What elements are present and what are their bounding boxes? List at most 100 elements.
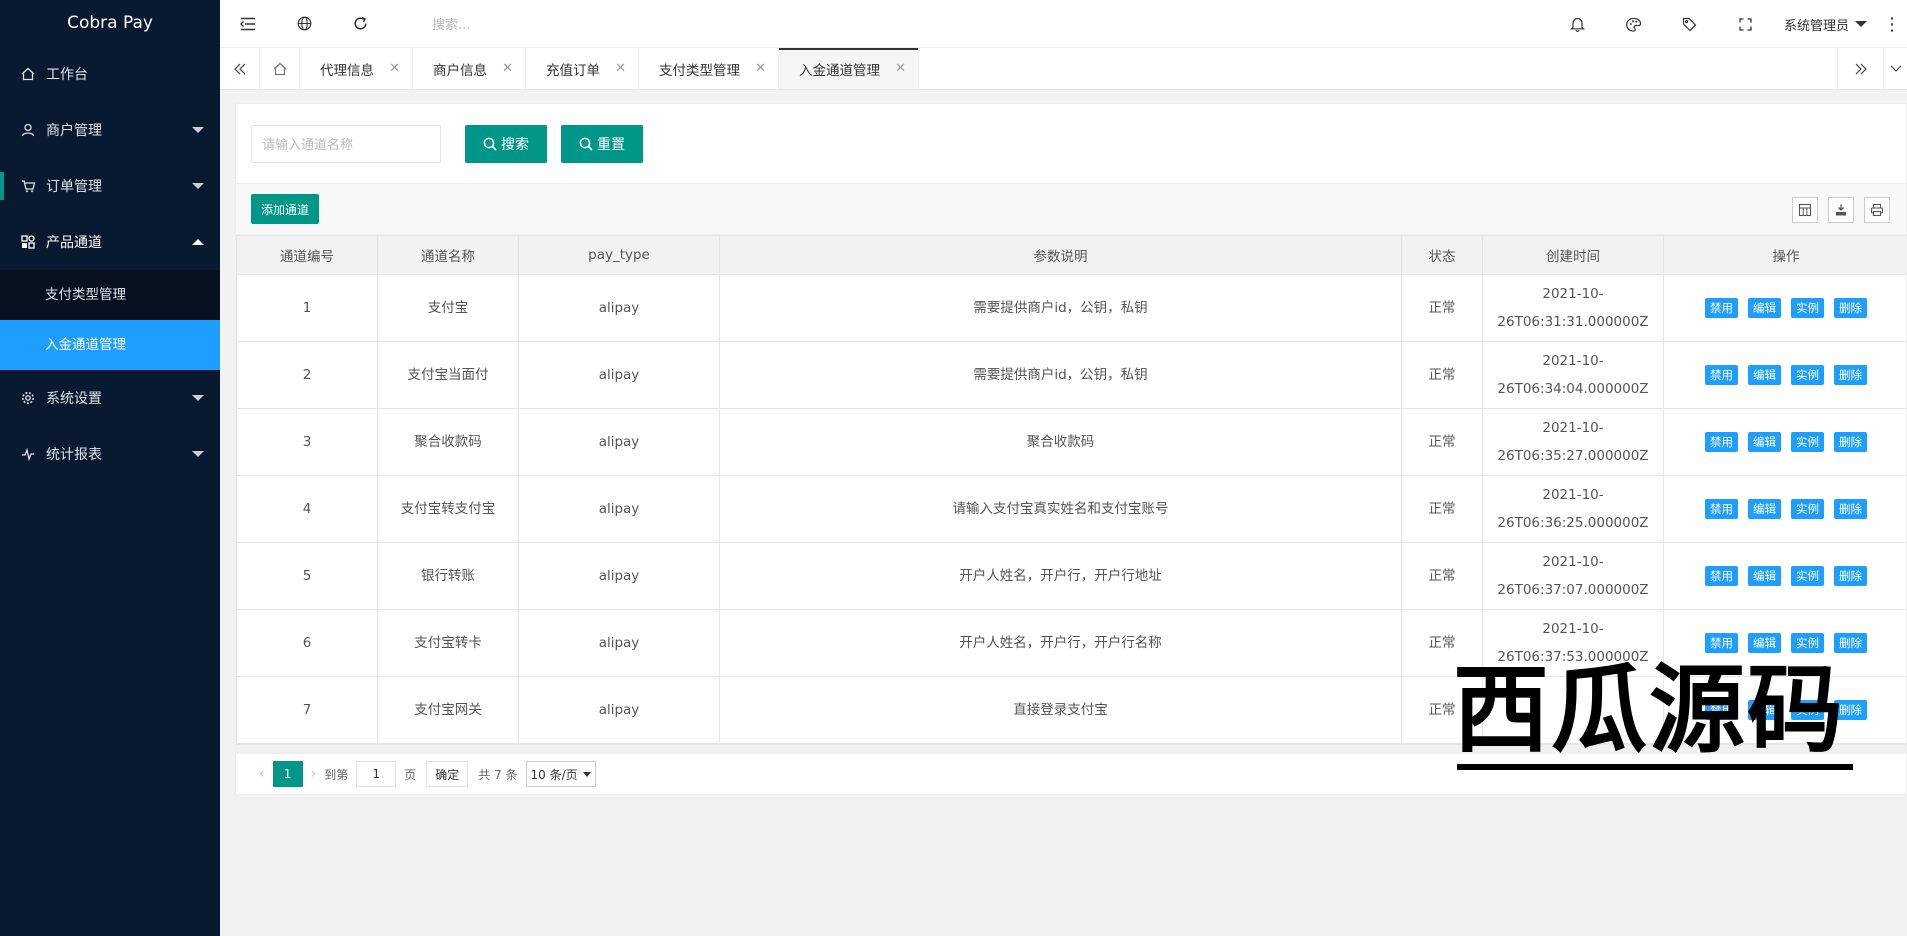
example-button[interactable]: 实例 — [1791, 298, 1824, 318]
column-header[interactable]: pay_type — [518, 235, 720, 275]
columns-filter-icon[interactable] — [1792, 197, 1818, 223]
sidebar-item-workbench[interactable]: 工作台 — [0, 46, 220, 102]
tab-deposit-channel[interactable]: 入金通道管理 ✕ — [779, 48, 919, 89]
cell-status: 正常 — [1401, 542, 1483, 610]
sidebar-item-label: 工作台 — [46, 67, 88, 83]
close-icon[interactable]: ✕ — [895, 61, 906, 76]
chevron-down-icon — [192, 395, 204, 401]
channel-name-input[interactable]: 请输入通道名称 — [251, 124, 441, 163]
close-icon[interactable]: ✕ — [755, 61, 766, 76]
example-button[interactable]: 实例 — [1791, 566, 1824, 586]
table-row: 1 支付宝 alipay 需要提供商户id，公钥，私钥 正常 2021-10- 26T06:… — [236, 274, 1906, 342]
sidebar-item-settings[interactable]: 系统设置 — [0, 370, 220, 426]
next-page-icon[interactable]: › — [311, 766, 317, 782]
example-button[interactable]: 实例 — [1791, 365, 1824, 385]
print-icon[interactable] — [1864, 197, 1890, 223]
user-menu[interactable]: 系统管理员 — [1774, 15, 1877, 34]
edit-button[interactable]: 编辑 — [1748, 566, 1781, 586]
column-header[interactable]: 通道编号 — [236, 235, 378, 275]
reset-button[interactable]: 重置 — [561, 124, 643, 163]
cell-created-time: 2021-10- 26T06:34:04.000000Z — [1482, 341, 1664, 409]
edit-button[interactable]: 编辑 — [1748, 298, 1781, 318]
palette-icon[interactable] — [1606, 0, 1662, 48]
column-header[interactable]: 参数说明 — [719, 235, 1402, 275]
chevron-down-icon — [192, 127, 204, 133]
header-search-input[interactable]: 搜索... — [432, 14, 732, 33]
delete-button[interactable]: 删除 — [1834, 365, 1867, 385]
row-actions: 禁用 编辑 实例 删除 — [1664, 633, 1906, 653]
column-header[interactable]: 操作 — [1663, 235, 1906, 275]
add-channel-button[interactable]: 添加通道 — [251, 194, 320, 224]
tab-agent-info[interactable]: 代理信息 ✕ — [300, 48, 413, 89]
header-right: 系统管理员 ⋮ — [1550, 0, 1907, 48]
delete-button[interactable]: 删除 — [1834, 633, 1867, 653]
row-actions: 禁用 编辑 实例 删除 — [1664, 566, 1906, 586]
disable-button[interactable]: 禁用 — [1705, 499, 1738, 519]
example-button[interactable]: 实例 — [1791, 633, 1824, 653]
disable-button[interactable]: 禁用 — [1705, 298, 1738, 318]
tab-label: 代理信息 — [320, 62, 374, 79]
chevron-up-icon — [192, 239, 204, 245]
close-icon[interactable]: ✕ — [389, 61, 400, 76]
export-icon[interactable] — [1828, 197, 1854, 223]
user-icon — [20, 122, 36, 138]
apps-icon — [20, 234, 36, 250]
bell-icon[interactable] — [1550, 0, 1606, 48]
goto-confirm-button[interactable]: 确定 — [426, 761, 469, 787]
cell-param-desc: 需要提供商户id，公钥，私钥 — [719, 274, 1402, 342]
tab-merchant-info[interactable]: 商户信息 ✕ — [413, 48, 526, 89]
edit-button[interactable]: 编辑 — [1748, 365, 1781, 385]
delete-button[interactable]: 删除 — [1834, 566, 1867, 586]
sidebar-submenu: 支付类型管理 入金通道管理 — [0, 270, 220, 370]
edit-button[interactable]: 编辑 — [1748, 633, 1781, 653]
created-date: 2021-10- — [1542, 554, 1604, 570]
column-header[interactable]: 通道名称 — [377, 235, 519, 275]
delete-button[interactable]: 删除 — [1834, 432, 1867, 452]
column-header[interactable]: 状态 — [1401, 235, 1483, 275]
example-button[interactable]: 实例 — [1791, 432, 1824, 452]
disable-button[interactable]: 禁用 — [1705, 633, 1738, 653]
edit-button[interactable]: 编辑 — [1748, 432, 1781, 452]
example-button[interactable]: 实例 — [1791, 499, 1824, 519]
page-size-select[interactable]: 10 条/页 — [525, 761, 596, 787]
disable-button[interactable]: 禁用 — [1705, 432, 1738, 452]
search-button[interactable]: 搜索 — [465, 124, 547, 163]
sidebar-subitem-pay-type[interactable]: 支付类型管理 — [0, 270, 220, 320]
close-icon[interactable]: ✕ — [615, 61, 626, 76]
globe-icon[interactable] — [276, 0, 332, 48]
refresh-icon[interactable] — [332, 0, 388, 48]
current-page[interactable]: 1 — [272, 761, 303, 787]
menu-toggle-icon[interactable] — [220, 0, 276, 48]
more-vertical-icon[interactable]: ⋮ — [1877, 0, 1907, 48]
sidebar-item-merchant[interactable]: 商户管理 — [0, 102, 220, 158]
cell-channel-name: 支付宝网关 — [377, 676, 519, 744]
sidebar-item-product-channel[interactable]: 产品通道 — [0, 214, 220, 270]
search-icon — [483, 137, 497, 151]
tab-label: 入金通道管理 — [799, 62, 880, 79]
cell-channel-name: 聚合收款码 — [377, 408, 519, 476]
sidebar-subitem-deposit-channel[interactable]: 入金通道管理 — [0, 320, 220, 370]
edit-button[interactable]: 编辑 — [1748, 499, 1781, 519]
tag-icon[interactable] — [1662, 0, 1718, 48]
cell-pay-type: alipay — [518, 408, 720, 476]
column-header[interactable]: 创建时间 — [1482, 235, 1664, 275]
caret-down-icon — [1855, 21, 1867, 27]
disable-button[interactable]: 禁用 — [1705, 566, 1738, 586]
delete-button[interactable]: 删除 — [1834, 499, 1867, 519]
tab-label: 商户信息 — [433, 62, 487, 79]
goto-page-input[interactable]: 1 — [356, 761, 397, 787]
disable-button[interactable]: 禁用 — [1705, 365, 1738, 385]
delete-button[interactable]: 删除 — [1834, 298, 1867, 318]
tabs-scroll-left-icon[interactable] — [220, 48, 260, 89]
tabs-dropdown-icon[interactable] — [1883, 48, 1907, 89]
prev-page-icon[interactable]: ‹ — [259, 766, 265, 782]
sidebar-item-orders[interactable]: 订单管理 — [0, 158, 220, 214]
sidebar-item-reports[interactable]: 统计报表 — [0, 426, 220, 482]
fullscreen-icon[interactable] — [1718, 0, 1774, 48]
tab-home-icon[interactable] — [260, 48, 300, 89]
tabs-scroll-right-icon[interactable] — [1837, 48, 1883, 89]
tab-recharge-orders[interactable]: 充值订单 ✕ — [526, 48, 639, 89]
close-icon[interactable]: ✕ — [502, 61, 513, 76]
tab-pay-type[interactable]: 支付类型管理 ✕ — [639, 48, 779, 89]
table-tools — [1792, 197, 1890, 223]
